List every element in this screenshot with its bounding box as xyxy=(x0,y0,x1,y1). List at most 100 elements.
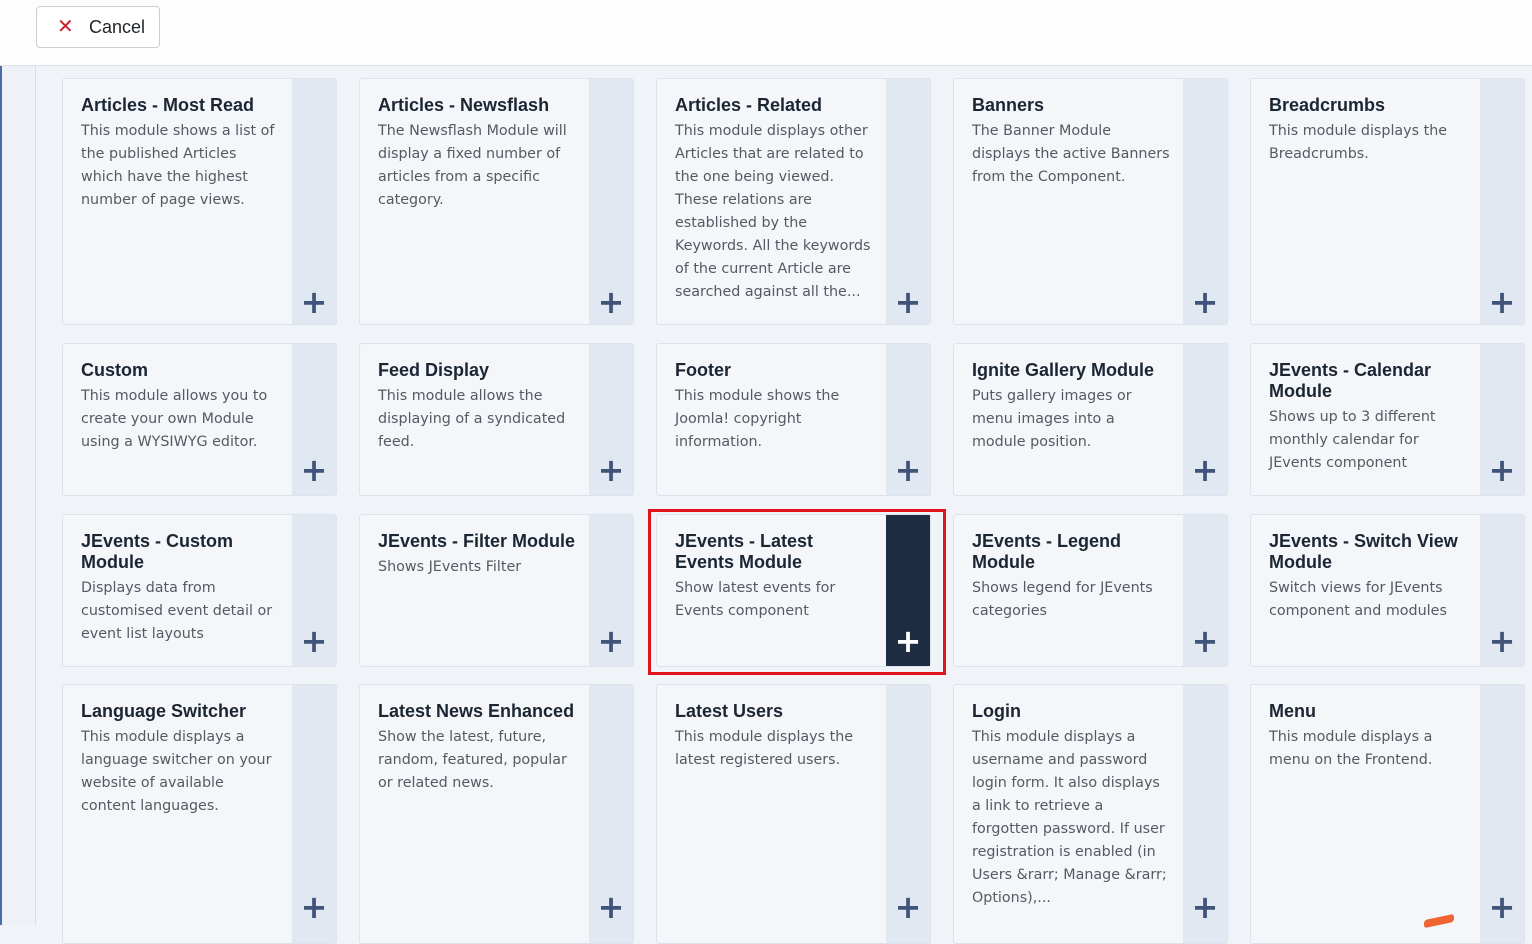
module-title: Login xyxy=(972,701,1021,721)
module-description: This module displays a language switcher… xyxy=(81,729,272,814)
module-title: Latest News Enhanced xyxy=(378,701,575,721)
add-module-button[interactable]: + xyxy=(886,515,930,666)
add-module-button[interactable]: + xyxy=(1480,515,1524,666)
plus-icon: + xyxy=(1191,451,1219,489)
module-card[interactable]: Articles - Newsflash The Newsflash Module… xyxy=(359,78,634,325)
plus-icon: + xyxy=(1488,622,1516,660)
module-title: JEvents - Latest Events Module xyxy=(675,531,814,572)
module-card[interactable]: JEvents - Filter Module Shows JEvents Fil… xyxy=(359,514,634,667)
module-card[interactable]: JEvents - Legend Module Shows legend for … xyxy=(953,514,1228,667)
plus-icon: + xyxy=(300,888,328,926)
left-gutter xyxy=(2,66,36,925)
module-title: JEvents - Calendar Module xyxy=(1269,360,1432,401)
plus-icon: + xyxy=(1488,283,1516,321)
module-description: This module displays a username and pass… xyxy=(972,729,1167,906)
module-description: This module shows a list of the publishe… xyxy=(81,123,275,208)
add-module-button[interactable]: + xyxy=(292,344,336,495)
module-description: This module displays the latest register… xyxy=(675,729,854,768)
module-description: This module displays other Articles that… xyxy=(675,123,871,300)
close-icon: ✕ xyxy=(57,16,74,38)
module-card[interactable]: JEvents - Calendar Module Shows up to 3 d… xyxy=(1250,343,1525,496)
plus-icon: + xyxy=(894,888,922,926)
module-description: Show latest events for Events component xyxy=(675,580,836,619)
module-card[interactable]: Banners The Banner Module displays the ac… xyxy=(953,78,1228,325)
add-module-button[interactable]: + xyxy=(886,79,930,324)
add-module-button[interactable]: + xyxy=(589,515,633,666)
add-module-button[interactable]: + xyxy=(589,344,633,495)
add-module-button[interactable]: + xyxy=(1183,344,1227,495)
plus-icon: + xyxy=(1488,888,1516,926)
toolbar: ✕ Cancel xyxy=(0,0,1532,66)
module-title: Language Switcher xyxy=(81,701,247,721)
module-title: Latest Users xyxy=(675,701,784,721)
module-description: Switch views for JEvents component and m… xyxy=(1269,580,1447,619)
plus-icon: + xyxy=(894,451,922,489)
module-description: This module shows the Joomla! copyright … xyxy=(675,388,840,450)
module-title: Articles - Related xyxy=(675,95,823,115)
plus-icon: + xyxy=(300,451,328,489)
plus-icon: + xyxy=(597,888,625,926)
module-card[interactable]: JEvents - Latest Events Module Show lates… xyxy=(656,514,931,667)
module-description: Shows JEvents Filter xyxy=(378,559,522,575)
module-card[interactable]: Custom This module allows you to create y… xyxy=(62,343,337,496)
module-title: Breadcrumbs xyxy=(1269,95,1386,115)
add-module-button[interactable]: + xyxy=(1480,685,1524,943)
module-description: This module displays the Breadcrumbs. xyxy=(1269,123,1448,162)
module-card[interactable]: Menu This module displays a menu on the F… xyxy=(1250,684,1525,944)
module-card[interactable]: Latest Users This module displays the lat… xyxy=(656,684,931,944)
add-module-button[interactable]: + xyxy=(292,79,336,324)
add-module-button[interactable]: + xyxy=(1480,79,1524,324)
module-card[interactable]: Feed Display This module allows the displ… xyxy=(359,343,634,496)
cancel-button[interactable]: ✕ Cancel xyxy=(36,6,160,48)
module-description: Show the latest, future, random, feature… xyxy=(378,729,567,791)
module-description: This module allows the displaying of a s… xyxy=(378,388,566,450)
plus-icon: + xyxy=(1488,451,1516,489)
module-title: Footer xyxy=(675,360,731,380)
module-card[interactable]: Latest News Enhanced Show the latest, fut… xyxy=(359,684,634,944)
add-module-button[interactable]: + xyxy=(292,685,336,943)
add-module-button[interactable]: + xyxy=(886,344,930,495)
module-title: Articles - Newsflash xyxy=(378,95,550,115)
module-card[interactable]: Footer This module shows the Joomla! copy… xyxy=(656,343,931,496)
module-description: Displays data from customised event deta… xyxy=(81,580,273,642)
module-title: Feed Display xyxy=(378,360,490,380)
cancel-label: Cancel xyxy=(89,16,146,37)
plus-icon: + xyxy=(894,283,922,321)
module-title: Custom xyxy=(81,360,148,380)
module-card[interactable]: Language Switcher This module displays a … xyxy=(62,684,337,944)
module-title: JEvents - Legend Module xyxy=(972,531,1122,572)
add-module-button[interactable]: + xyxy=(589,79,633,324)
module-card[interactable]: Breadcrumbs This module displays the Brea… xyxy=(1250,78,1525,325)
add-module-button[interactable]: + xyxy=(292,515,336,666)
plus-icon: + xyxy=(894,622,922,660)
module-title: Banners xyxy=(972,95,1045,115)
module-title: Articles - Most Read xyxy=(81,95,255,115)
add-module-button[interactable]: + xyxy=(1183,79,1227,324)
add-module-button[interactable]: + xyxy=(1183,515,1227,666)
plus-icon: + xyxy=(1191,283,1219,321)
add-module-button[interactable]: + xyxy=(886,685,930,943)
module-card[interactable]: JEvents - Custom Module Displays data fro… xyxy=(62,514,337,667)
module-title: JEvents - Filter Module xyxy=(378,531,576,551)
plus-icon: + xyxy=(597,622,625,660)
plus-icon: + xyxy=(300,622,328,660)
module-card[interactable]: Articles - Most Read This module shows a … xyxy=(62,78,337,325)
module-description: This module displays a menu on the Front… xyxy=(1269,729,1433,768)
plus-icon: + xyxy=(597,283,625,321)
plus-icon: + xyxy=(597,451,625,489)
module-card[interactable]: JEvents - Switch View Module Switch views… xyxy=(1250,514,1525,667)
module-card[interactable]: Articles - Related This module displays o… xyxy=(656,78,931,325)
plus-icon: + xyxy=(1191,622,1219,660)
plus-icon: + xyxy=(1191,888,1219,926)
add-module-button[interactable]: + xyxy=(1480,344,1524,495)
module-description: The Banner Module displays the active Ba… xyxy=(972,123,1170,185)
module-card[interactable]: Ignite Gallery Module Puts gallery images… xyxy=(953,343,1228,496)
plus-icon: + xyxy=(300,283,328,321)
module-card[interactable]: Login This module displays a username and… xyxy=(953,684,1228,944)
add-module-button[interactable]: + xyxy=(589,685,633,943)
add-module-button[interactable]: + xyxy=(1183,685,1227,943)
module-title: Menu xyxy=(1269,701,1316,721)
module-description: Shows legend for JEvents categories xyxy=(972,580,1153,619)
module-title: JEvents - Switch View Module xyxy=(1269,531,1458,572)
module-description: This module allows you to create your ow… xyxy=(81,388,268,450)
